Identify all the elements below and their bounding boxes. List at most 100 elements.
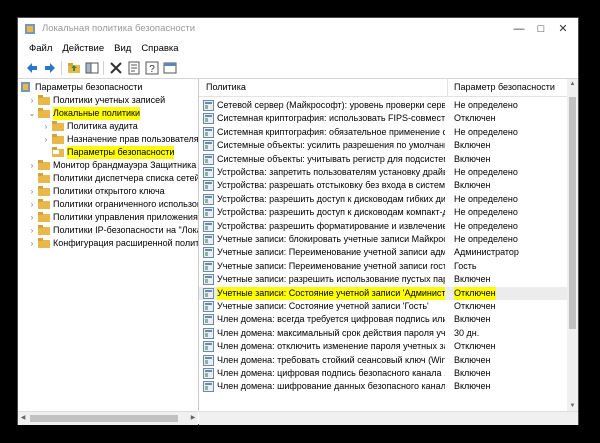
policy-name: Учетные записи: блокировать учетные запи… <box>217 234 445 244</box>
policy-setting-value: Отключен <box>454 113 496 124</box>
table-row[interactable]: Учетные записи: Переименование учетной з… <box>199 260 567 273</box>
column-header-policy[interactable]: Политика <box>206 82 246 92</box>
chevron-right-icon[interactable]: › <box>28 185 36 198</box>
tree-item[interactable]: › Политики учетных записей <box>18 94 198 107</box>
chevron-right-icon[interactable]: › <box>42 120 50 133</box>
tree-item-label: Локальные политики <box>53 107 141 120</box>
vertical-scrollbar[interactable]: ▲ ▼ <box>567 79 578 411</box>
svg-text:?: ? <box>149 64 155 75</box>
policy-icon <box>203 287 214 299</box>
scroll-down-icon[interactable]: ▼ <box>567 401 578 411</box>
tree-item[interactable]: › Конфигурация расширенной политик <box>18 237 198 250</box>
maximize-button[interactable]: □ <box>532 21 550 37</box>
table-row[interactable]: Учетные записи: разрешить использование … <box>199 273 567 286</box>
back-arrow-icon[interactable] <box>24 60 40 76</box>
policy-icon <box>203 207 214 219</box>
table-row[interactable]: Устройства: разрешить доступ к дисковода… <box>199 193 567 206</box>
table-row[interactable]: Член домена: цифровая подпись безопасног… <box>199 367 567 380</box>
menu-file[interactable]: Файл <box>24 40 57 58</box>
table-row[interactable]: Член домена: всегда требуется цифровая п… <box>199 313 567 326</box>
policy-name: Системные объекты: учитывать регистр для… <box>217 153 445 164</box>
chevron-down-icon[interactable]: ⌄ <box>28 107 36 120</box>
policy-icon <box>203 274 214 286</box>
policy-icon <box>203 301 214 312</box>
table-row[interactable]: Устройства: запретить пользователям уста… <box>199 166 567 179</box>
table-row[interactable]: Учетные записи: Состояние учетной записи… <box>199 286 567 300</box>
scroll-up-icon[interactable]: ▲ <box>567 79 578 89</box>
folder-icon <box>52 134 64 144</box>
tree-item[interactable]: › Политики управления приложениями <box>18 211 198 224</box>
table-row[interactable]: Член домена: отключить изменение пароля … <box>199 340 567 353</box>
scroll-right-icon[interactable]: ▶ <box>188 412 198 425</box>
table-row[interactable]: Член домена: требовать стойкий сеансовый… <box>199 354 567 367</box>
delete-icon[interactable] <box>108 60 124 76</box>
menu-action[interactable]: Действие <box>57 40 109 58</box>
forward-arrow-icon[interactable] <box>42 60 58 76</box>
policy-icon <box>203 260 214 272</box>
table-row[interactable]: Учетные записи: Состояние учетной записи… <box>199 300 567 313</box>
tree-item[interactable]: › Политики ограниченного использования <box>18 198 198 211</box>
mmc-window: Локальная политика безопасности — □ ✕ Фа… <box>18 18 578 425</box>
chevron-right-icon[interactable]: › <box>28 94 36 107</box>
policy-name: Член домена: требовать стойкий сеансовый… <box>217 354 445 365</box>
tree-item[interactable]: Политики диспетчера списка сетей <box>18 172 198 185</box>
chevron-right-icon[interactable]: › <box>28 237 36 250</box>
tree-item-label: Политики IP-безопасности на "Лока <box>53 225 199 235</box>
table-row[interactable]: Системная криптография: обязательное при… <box>199 126 567 139</box>
policy-setting-value: Гость <box>454 260 477 271</box>
chevron-right-icon[interactable]: › <box>28 159 36 172</box>
tree-item[interactable]: › Назначение прав пользователя <box>18 133 198 146</box>
minimize-button[interactable]: — <box>510 21 528 37</box>
column-header-setting[interactable]: Параметр безопасности <box>454 82 555 92</box>
tree-item[interactable]: Параметры безопасности <box>18 146 198 159</box>
tree-item[interactable]: › Монитор брандмауэра Защитника <box>18 159 198 172</box>
help-icon[interactable]: ? <box>144 60 160 76</box>
close-button[interactable]: ✕ <box>554 21 572 37</box>
table-row[interactable]: Член домена: шифрование данных безопасно… <box>199 380 567 393</box>
table-row[interactable]: Устройства: разрешить форматирование и и… <box>199 220 567 233</box>
folder-icon <box>38 199 50 209</box>
scroll-left-icon[interactable]: ◀ <box>18 412 28 425</box>
table-row[interactable]: Системная криптография: использовать FIP… <box>199 112 567 125</box>
menu-view[interactable]: Вид <box>109 40 136 58</box>
policy-icon <box>203 341 214 353</box>
chevron-right-icon[interactable]: › <box>28 224 36 237</box>
policy-name: Системные объекты: усилить разрешения по… <box>217 140 445 151</box>
tree-item[interactable]: › Политики IP-безопасности на "Лока <box>18 224 198 237</box>
tree-item[interactable]: › Политика аудита <box>18 120 198 133</box>
scrollbar-thumb[interactable] <box>569 97 576 329</box>
table-row[interactable]: Устройства: разрешать отстыковку без вхо… <box>199 179 567 192</box>
table-row[interactable]: Системные объекты: усилить разрешения по… <box>199 139 567 152</box>
policy-icon <box>203 247 214 259</box>
chevron-right-icon[interactable]: › <box>28 211 36 224</box>
tree-item-label: Политики учетных записей <box>53 95 166 105</box>
table-row[interactable]: Сетевой сервер (Майкрософт): уровень про… <box>199 99 567 112</box>
policy-icon <box>203 354 214 366</box>
policy-name: Член домена: отключить изменение пароля … <box>217 341 445 352</box>
policy-icon <box>203 220 214 232</box>
console-icon[interactable] <box>162 60 178 76</box>
policy-icon <box>203 314 214 326</box>
folder-icon <box>38 225 50 235</box>
table-row[interactable]: Устройства: разрешить доступ к дисковода… <box>199 206 567 219</box>
table-row[interactable]: Учетные записи: блокировать учетные запи… <box>199 233 567 246</box>
tree-item-label: Политики ограниченного использования <box>53 199 198 209</box>
policy-setting-value: Не определено <box>454 193 518 204</box>
up-folder-icon[interactable] <box>66 60 82 76</box>
table-row[interactable]: Системные объекты: учитывать регистр для… <box>199 153 567 166</box>
menu-help[interactable]: Справка <box>136 40 183 58</box>
tree-item[interactable]: ⌄ Локальные политики <box>18 107 198 120</box>
policy-name: Учетные записи: Состояние учетной записи… <box>217 301 429 311</box>
scrollbar-thumb[interactable] <box>30 415 178 422</box>
properties-icon[interactable] <box>126 60 142 76</box>
show-hide-tree-icon[interactable] <box>84 60 100 76</box>
horizontal-scrollbar[interactable]: ◀ ▶ <box>18 411 198 425</box>
chevron-right-icon[interactable]: › <box>28 198 36 211</box>
table-row[interactable]: Учетные записи: Переименование учетной з… <box>199 246 567 259</box>
toolbar: ? <box>18 58 578 79</box>
tree-item[interactable]: › Политики открытого ключа <box>18 185 198 198</box>
table-row[interactable]: Член домена: максимальный срок действия … <box>199 327 567 340</box>
tree-item-label: Назначение прав пользователя <box>67 134 199 144</box>
chevron-right-icon[interactable]: › <box>42 133 50 146</box>
tree-item[interactable]: Параметры безопасности <box>18 81 198 94</box>
